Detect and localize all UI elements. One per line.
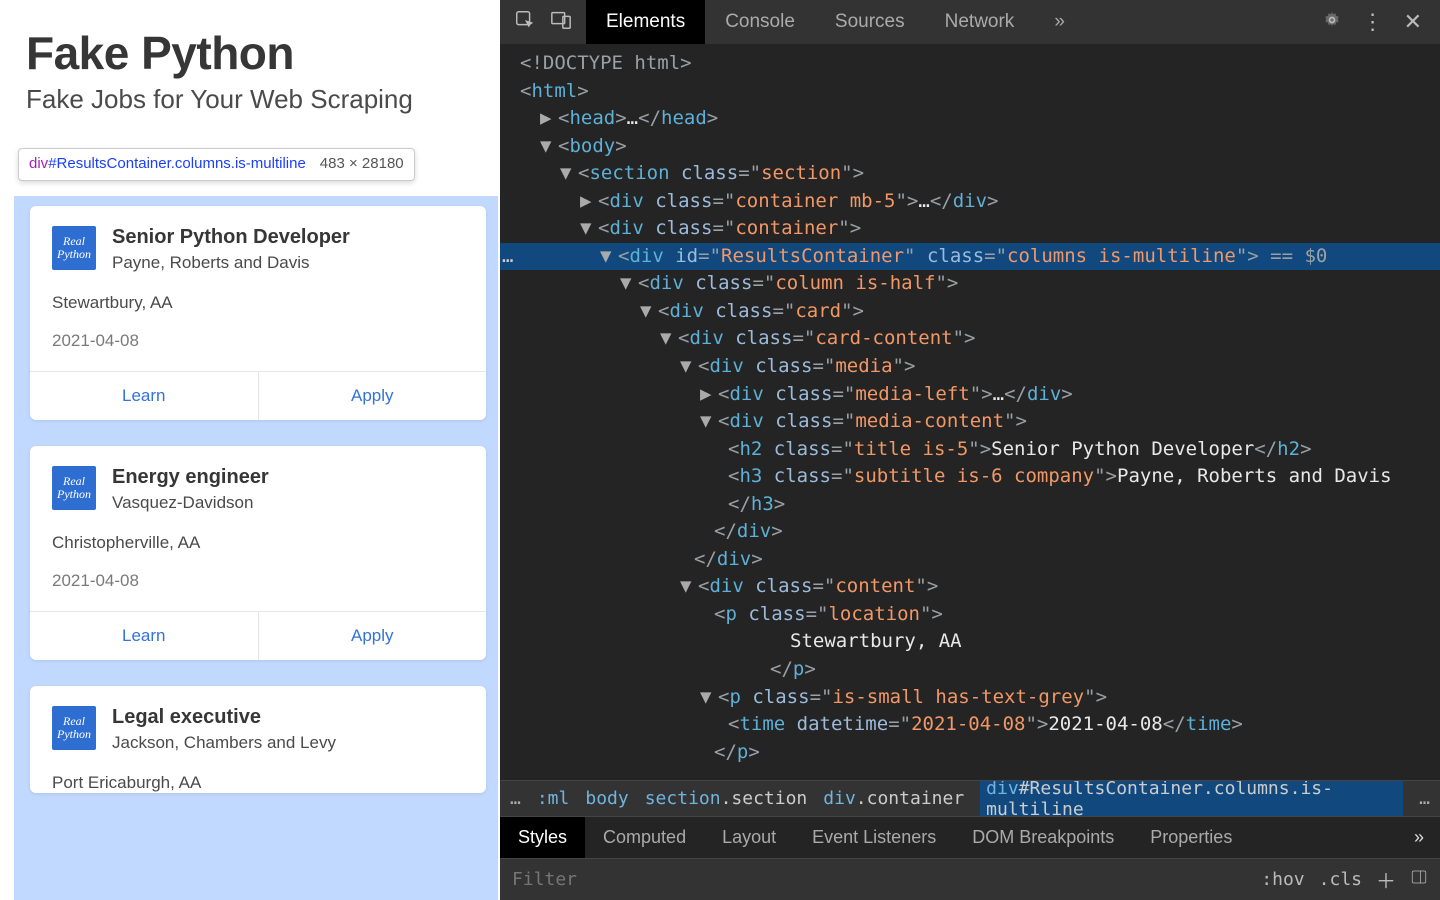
job-logo: RealPython	[52, 706, 96, 750]
learn-link[interactable]: Learn	[30, 612, 259, 660]
devtools-toolbar: Elements Console Sources Network » ⋮ ✕	[500, 0, 1440, 44]
devtools-panel: Elements Console Sources Network » ⋮ ✕ <…	[500, 0, 1440, 900]
styles-overflow[interactable]: »	[1398, 817, 1440, 858]
tab-elements[interactable]: Elements	[586, 0, 705, 44]
breadcrumb[interactable]: section.section	[645, 788, 808, 809]
job-logo: RealPython	[52, 226, 96, 270]
job-logo: RealPython	[52, 466, 96, 510]
devtools-tabs: Elements Console Sources Network »	[586, 0, 1085, 44]
job-date: 2021-04-08	[52, 331, 464, 351]
job-location: Stewartbury, AA	[52, 293, 464, 313]
job-card: RealPython Energy engineer Vasquez-David…	[30, 446, 486, 660]
inspect-icon[interactable]	[514, 9, 536, 36]
tooltip-tag: div	[29, 155, 48, 172]
job-title: Senior Python Developer	[112, 226, 350, 249]
toggle-sidebar-icon[interactable]	[1410, 868, 1428, 891]
cls-toggle[interactable]: .cls	[1319, 869, 1362, 890]
tab-console[interactable]: Console	[705, 0, 815, 44]
new-style-rule-icon[interactable]: ＋	[1376, 865, 1396, 894]
job-cards: RealPython Senior Python Developer Payne…	[30, 206, 486, 793]
settings-icon[interactable]	[1322, 10, 1342, 35]
close-icon[interactable]: ✕	[1404, 9, 1422, 35]
tooltip-dimensions: 483 × 28180	[320, 155, 404, 174]
job-card: RealPython Legal executive Jackson, Cham…	[30, 686, 486, 793]
tab-dom-breakpoints[interactable]: DOM Breakpoints	[954, 817, 1132, 858]
tab-sources[interactable]: Sources	[815, 0, 925, 44]
learn-link[interactable]: Learn	[30, 372, 259, 420]
tab-styles[interactable]: Styles	[500, 817, 585, 858]
page-subtitle: Fake Jobs for Your Web Scraping	[26, 84, 474, 115]
apply-link[interactable]: Apply	[259, 612, 487, 660]
elements-tree[interactable]: <!DOCTYPE html> <html> ▶<head>…</head> ▼…	[500, 44, 1440, 780]
job-title: Energy engineer	[112, 466, 269, 489]
inspect-tooltip: div#ResultsContainer.columns.is-multilin…	[18, 148, 415, 181]
tab-network[interactable]: Network	[925, 0, 1035, 44]
job-company: Vasquez-Davidson	[112, 493, 269, 513]
tab-computed[interactable]: Computed	[585, 817, 704, 858]
styles-filter-bar: :hov .cls ＋	[500, 858, 1440, 900]
breadcrumb[interactable]: div.container	[823, 788, 964, 809]
tab-layout[interactable]: Layout	[704, 817, 794, 858]
page-preview: Fake Python Fake Jobs for Your Web Scrap…	[0, 0, 500, 900]
breadcrumb-overflow[interactable]: …	[1419, 788, 1430, 809]
apply-link[interactable]: Apply	[259, 372, 487, 420]
styles-filter-input[interactable]	[512, 869, 1261, 890]
tabs-overflow[interactable]: »	[1034, 0, 1085, 44]
breadcrumb-selected[interactable]: div#ResultsContainer.columns.is-multilin…	[980, 780, 1403, 816]
styles-tabs: Styles Computed Layout Event Listeners D…	[500, 816, 1440, 858]
hov-toggle[interactable]: :hov	[1261, 869, 1304, 890]
kebab-icon[interactable]: ⋮	[1362, 9, 1384, 35]
selected-dom-node[interactable]: ▼<div id="ResultsContainer" class="colum…	[500, 243, 1440, 271]
tab-properties[interactable]: Properties	[1132, 817, 1250, 858]
device-toggle-icon[interactable]	[550, 9, 572, 36]
dom-breadcrumbs[interactable]: … :ml body section.section div.container…	[500, 780, 1440, 816]
breadcrumb[interactable]: :ml	[537, 788, 570, 809]
job-company: Jackson, Chambers and Levy	[112, 733, 336, 753]
job-location: Christopherville, AA	[52, 533, 464, 553]
job-company: Payne, Roberts and Davis	[112, 253, 350, 273]
tooltip-selector: #ResultsContainer.columns.is-multiline	[48, 155, 306, 172]
job-card: RealPython Senior Python Developer Payne…	[30, 206, 486, 420]
job-title: Legal executive	[112, 706, 336, 729]
breadcrumb[interactable]: body	[585, 788, 628, 809]
job-date: 2021-04-08	[52, 571, 464, 591]
breadcrumb-overflow[interactable]: …	[510, 788, 521, 809]
tab-event-listeners[interactable]: Event Listeners	[794, 817, 954, 858]
page-title: Fake Python	[26, 26, 474, 80]
job-location: Port Ericaburgh, AA	[52, 773, 464, 793]
